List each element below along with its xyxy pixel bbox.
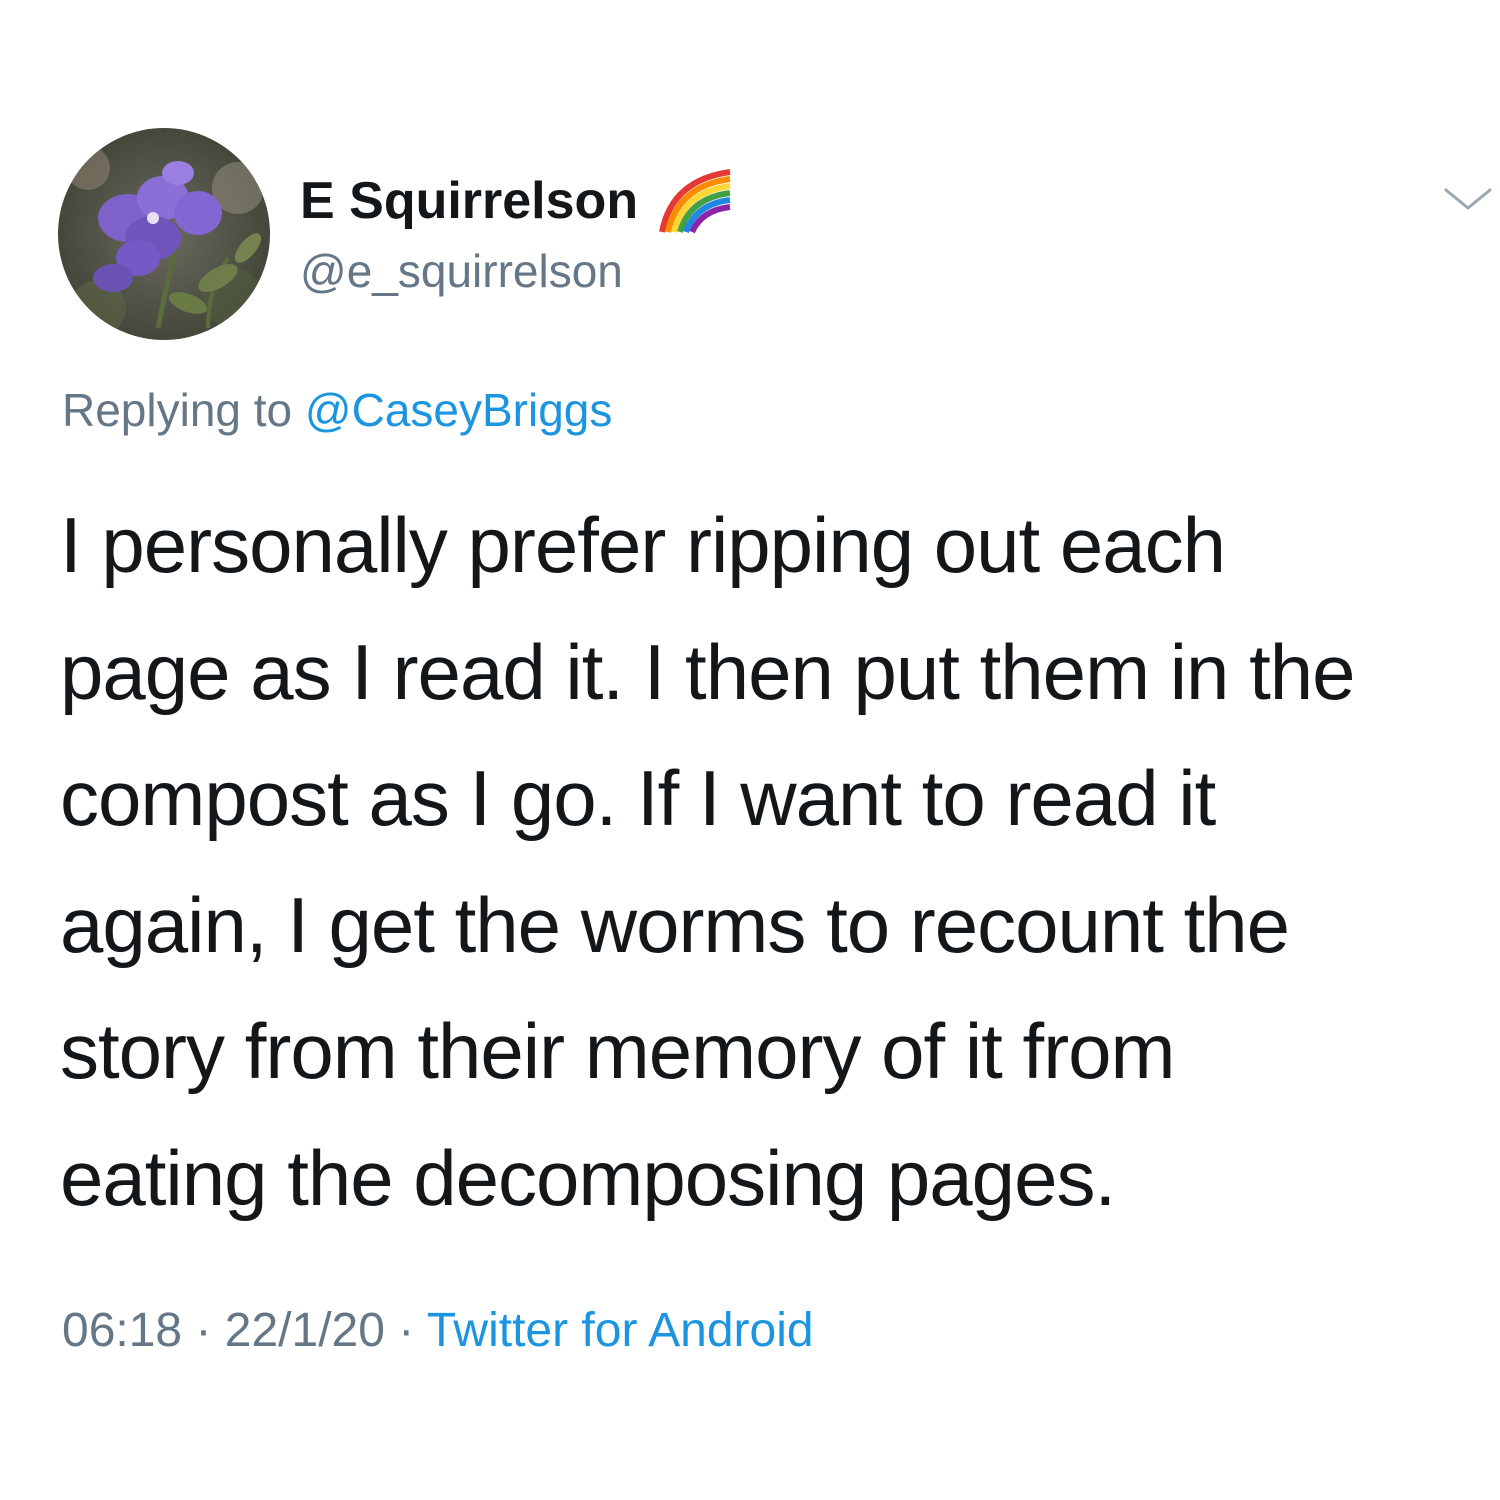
chevron-down-icon[interactable] bbox=[1438, 176, 1498, 220]
avatar[interactable] bbox=[58, 128, 270, 340]
tweet-meta: 06:18 · 22/1/20 · Twitter for Android bbox=[62, 1298, 814, 1364]
tweet-text-line: compost as I go. If I want to read it bbox=[60, 754, 1216, 842]
tweet-text-line: page as I read it. I then put them in th… bbox=[60, 627, 1356, 716]
reply-mention-link[interactable]: @CaseyBriggs bbox=[305, 384, 612, 436]
tweet-text-line: I personally prefer ripping out each bbox=[60, 501, 1226, 589]
tweet-source-link[interactable]: Twitter for Android bbox=[427, 1304, 814, 1357]
violet-flower-photo-icon bbox=[58, 128, 270, 340]
reply-context: Replying to @CaseyBriggs bbox=[62, 380, 612, 440]
tweet-text-line: again, I get the worms to recount the bbox=[60, 880, 1290, 969]
tweet-time[interactable]: 06:18 bbox=[62, 1304, 182, 1357]
tweet-text: I personally prefer ripping out each pag… bbox=[60, 482, 1480, 1241]
author-handle[interactable]: @e_squirrelson bbox=[300, 243, 623, 299]
reply-prefix: Replying to bbox=[62, 384, 293, 436]
tweet-card: E Squirrelson @e_squirrelson Replying to… bbox=[0, 0, 1500, 1500]
meta-separator: · bbox=[182, 1304, 225, 1357]
display-name[interactable]: E Squirrelson bbox=[300, 171, 638, 231]
tweet-text-line: eating the decomposing pages. bbox=[60, 1133, 1116, 1222]
author-name-row[interactable]: E Squirrelson bbox=[300, 166, 734, 236]
tweet-text-line: story from their memory of it from bbox=[60, 1007, 1176, 1095]
rainbow-icon bbox=[654, 166, 734, 236]
tweet-date[interactable]: 22/1/20 bbox=[225, 1304, 385, 1357]
meta-separator: · bbox=[384, 1304, 427, 1357]
